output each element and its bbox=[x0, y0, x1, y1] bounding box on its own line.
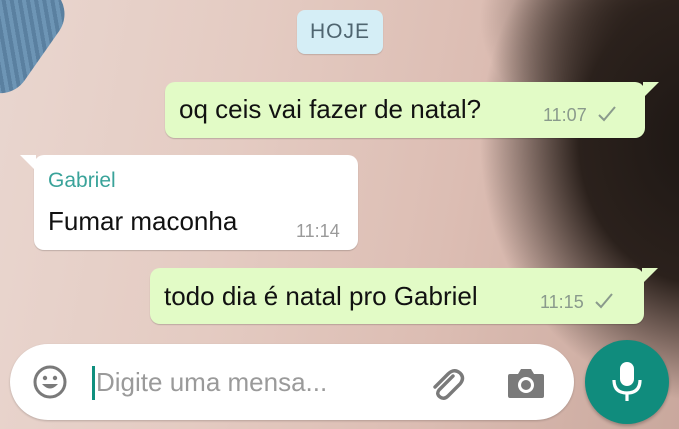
incoming-message[interactable]: Gabriel Fumar maconha 11:14 bbox=[20, 155, 358, 250]
message-input[interactable] bbox=[96, 362, 396, 402]
camera-icon[interactable] bbox=[506, 364, 546, 402]
outgoing-message[interactable]: oq ceis vai fazer de natal? 11:07 bbox=[165, 82, 659, 138]
message-time: 11:15 bbox=[540, 292, 584, 312]
paperclip-icon[interactable] bbox=[426, 364, 466, 404]
date-separator: HOJE bbox=[297, 10, 383, 54]
text-cursor bbox=[92, 366, 95, 400]
sender-name[interactable]: Gabriel bbox=[48, 169, 116, 193]
message-time: 11:14 bbox=[296, 221, 340, 241]
message-time: 11:07 bbox=[543, 105, 587, 125]
microphone-button[interactable] bbox=[585, 340, 669, 424]
message-composer bbox=[10, 344, 574, 420]
smiley-icon[interactable] bbox=[32, 364, 68, 400]
date-label: HOJE bbox=[309, 20, 370, 43]
microphone-icon bbox=[612, 362, 642, 401]
sent-check-icon bbox=[598, 106, 616, 122]
message-text: Fumar maconha bbox=[48, 206, 238, 236]
message-text: todo dia é natal pro Gabriel bbox=[164, 281, 478, 311]
outgoing-message[interactable]: todo dia é natal pro Gabriel 11:15 bbox=[150, 268, 658, 324]
message-text: oq ceis vai fazer de natal? bbox=[179, 94, 482, 124]
sent-check-icon bbox=[595, 293, 613, 309]
